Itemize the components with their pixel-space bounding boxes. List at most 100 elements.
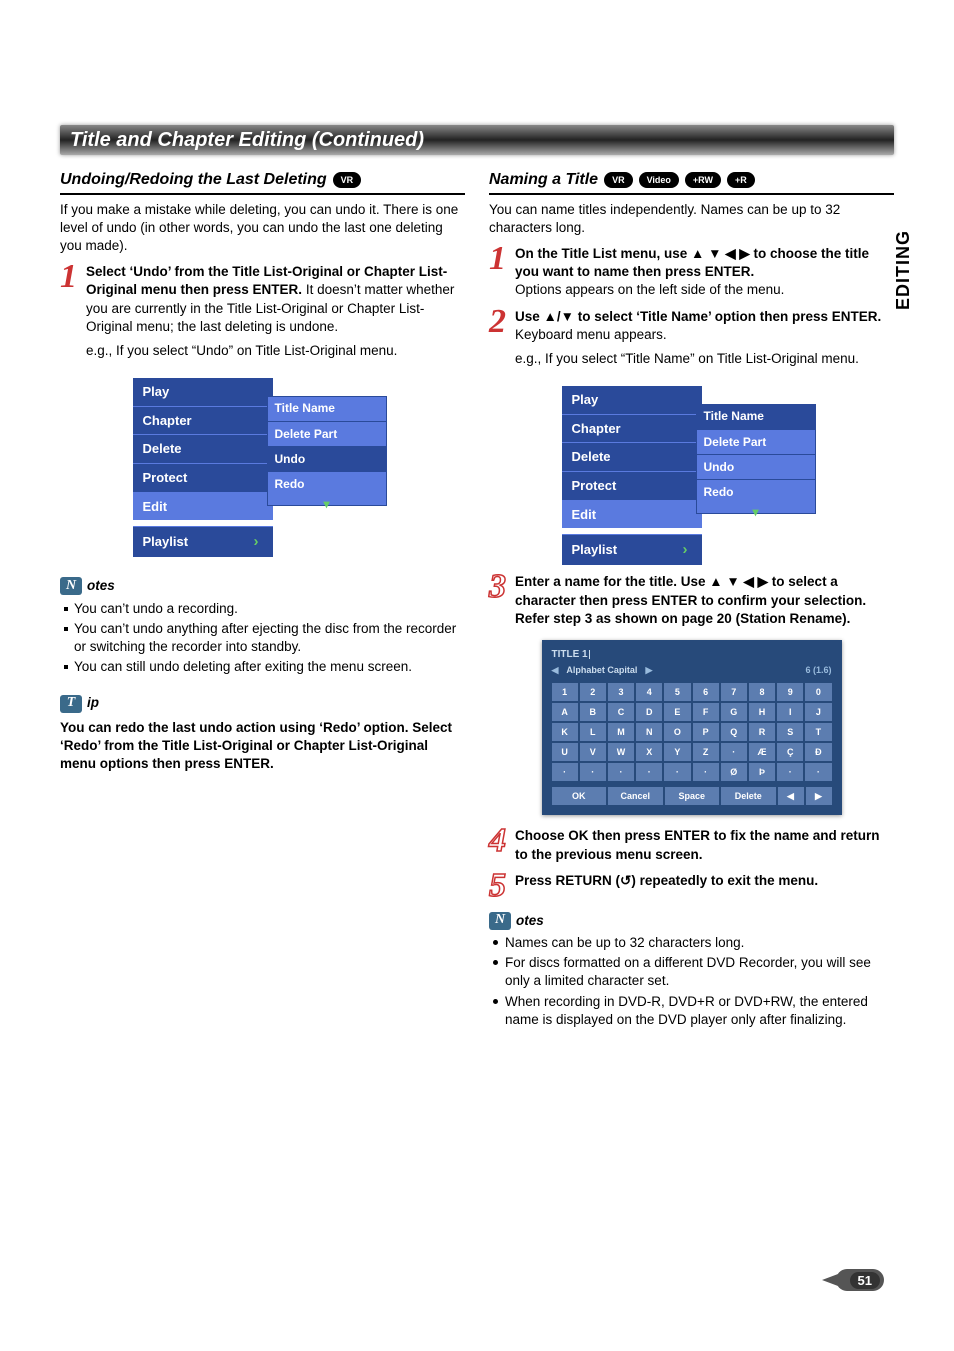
submenu-redo[interactable]: Redo <box>267 471 387 496</box>
menu-item-playlist[interactable]: Playlist › <box>133 526 273 557</box>
kbd-key[interactable]: Ø <box>721 763 747 781</box>
kbd-key[interactable]: A <box>552 703 578 721</box>
badge-vr: VR <box>604 172 633 188</box>
kbd-key[interactable]: V <box>580 743 606 761</box>
kbd-ok[interactable]: OK <box>552 787 607 805</box>
kbd-left[interactable]: ◀ <box>778 787 804 805</box>
kbd-key[interactable]: S <box>777 723 803 741</box>
kbd-right-icon[interactable]: ▶ <box>645 664 652 676</box>
kbd-key[interactable]: 2 <box>580 683 606 701</box>
kbd-key[interactable]: · <box>805 763 831 781</box>
submenu-undo[interactable]: Undo <box>267 446 387 471</box>
kbd-key[interactable]: X <box>636 743 662 761</box>
kbd-key[interactable]: T <box>805 723 831 741</box>
keyboard-panel: TITLE 1 ◀ Alphabet Capital ▶ 6 (1.6) 123… <box>542 640 842 815</box>
kbd-key[interactable]: 5 <box>664 683 690 701</box>
menu-item-edit[interactable]: Edit <box>133 492 273 521</box>
kbd-key[interactable]: · <box>721 743 747 761</box>
kbd-key[interactable]: 4 <box>636 683 662 701</box>
kbd-key[interactable]: Æ <box>749 743 775 761</box>
submenu-title-name[interactable]: Title Name <box>696 404 816 428</box>
kbd-key[interactable]: · <box>636 763 662 781</box>
menu-item-play[interactable]: Play <box>562 386 702 414</box>
kbd-key[interactable]: 7 <box>721 683 747 701</box>
menu-item-playlist[interactable]: Playlist › <box>562 534 702 565</box>
right-note-3: When recording in DVD-R, DVD+R or DVD+RW… <box>493 993 894 1029</box>
kbd-key[interactable]: Y <box>664 743 690 761</box>
kbd-key[interactable]: · <box>777 763 803 781</box>
menu-playlist-label: Playlist <box>572 541 618 559</box>
kbd-key[interactable]: Ç <box>777 743 803 761</box>
right-step-2: 2 Use ▲/▼ to select ‘Title Name’ option … <box>489 308 894 375</box>
kbd-key[interactable]: G <box>721 703 747 721</box>
kbd-right[interactable]: ▶ <box>806 787 832 805</box>
kbd-key[interactable]: 8 <box>749 683 775 701</box>
kbd-key[interactable]: L <box>580 723 606 741</box>
submenu-title-name[interactable]: Title Name <box>267 396 387 420</box>
kbd-key[interactable]: Ð <box>805 743 831 761</box>
kbd-key[interactable]: D <box>636 703 662 721</box>
kbd-key[interactable]: 3 <box>608 683 634 701</box>
keyboard-title-field[interactable]: TITLE 1 <box>552 648 832 662</box>
submenu-undo[interactable]: Undo <box>696 454 816 479</box>
kbd-left-icon[interactable]: ◀ <box>552 664 559 676</box>
chevron-right-icon: › <box>683 540 688 560</box>
kbd-key[interactable]: · <box>580 763 606 781</box>
right-step2-body: Keyboard menu appears. <box>515 327 667 342</box>
right-column: Naming a Title VR Video +RW +R You can n… <box>489 169 894 1033</box>
submenu-delete-part[interactable]: Delete Part <box>267 421 387 446</box>
kbd-key[interactable]: W <box>608 743 634 761</box>
right-step2-eg: e.g., If you select “Title Name” on Titl… <box>515 350 894 368</box>
kbd-key[interactable]: K <box>552 723 578 741</box>
kbd-key[interactable]: B <box>580 703 606 721</box>
menu-item-edit[interactable]: Edit <box>562 500 702 529</box>
kbd-key[interactable]: F <box>693 703 719 721</box>
kbd-cancel[interactable]: Cancel <box>608 787 663 805</box>
page-header-bar: Title and Chapter Editing (Continued) <box>60 125 894 155</box>
menu-item-delete[interactable]: Delete <box>562 442 702 471</box>
kbd-key[interactable]: Z <box>693 743 719 761</box>
left-column: Undoing/Redoing the Last Deleting VR If … <box>60 169 465 1033</box>
kbd-key[interactable]: · <box>693 763 719 781</box>
left-notes-label: otes <box>87 577 115 595</box>
kbd-key[interactable]: N <box>636 723 662 741</box>
kbd-key[interactable]: I <box>777 703 803 721</box>
kbd-key[interactable]: C <box>608 703 634 721</box>
submenu-redo[interactable]: Redo <box>696 479 816 504</box>
kbd-key[interactable]: E <box>664 703 690 721</box>
kbd-key[interactable]: U <box>552 743 578 761</box>
kbd-key[interactable]: Q <box>721 723 747 741</box>
kbd-key[interactable]: · <box>608 763 634 781</box>
kbd-key[interactable]: O <box>664 723 690 741</box>
kbd-key[interactable]: J <box>805 703 831 721</box>
kbd-space[interactable]: Space <box>665 787 720 805</box>
kbd-key[interactable]: Þ <box>749 763 775 781</box>
left-menu: Play Chapter Delete Protect Edit Playlis… <box>133 378 393 557</box>
menu-item-chapter[interactable]: Chapter <box>562 414 702 443</box>
kbd-key[interactable]: H <box>749 703 775 721</box>
kbd-key[interactable]: 0 <box>805 683 831 701</box>
menu-item-play[interactable]: Play <box>133 378 273 406</box>
right-notes-label: otes <box>516 912 544 930</box>
submenu-pointer-icon: ▾ <box>267 496 387 506</box>
kbd-key[interactable]: M <box>608 723 634 741</box>
badge-video: Video <box>639 172 679 188</box>
menu-item-delete[interactable]: Delete <box>133 434 273 463</box>
kbd-delete[interactable]: Delete <box>721 787 776 805</box>
submenu-delete-part[interactable]: Delete Part <box>696 429 816 454</box>
kbd-key[interactable]: 1 <box>552 683 578 701</box>
right-note-2: For discs formatted on a different DVD R… <box>493 954 894 990</box>
menu-item-chapter[interactable]: Chapter <box>133 406 273 435</box>
kbd-key[interactable]: · <box>552 763 578 781</box>
step-number-3: 3 <box>489 575 511 628</box>
menu-item-protect[interactable]: Protect <box>562 471 702 500</box>
right-step4-bold: Choose OK then press ENTER to fix the na… <box>515 828 880 861</box>
notes-icon: N <box>60 577 82 595</box>
kbd-key[interactable]: · <box>664 763 690 781</box>
kbd-key[interactable]: R <box>749 723 775 741</box>
kbd-key[interactable]: P <box>693 723 719 741</box>
kbd-key[interactable]: 9 <box>777 683 803 701</box>
menu-item-protect[interactable]: Protect <box>133 463 273 492</box>
kbd-key[interactable]: 6 <box>693 683 719 701</box>
right-step-5: 5 Press RETURN (↺) repeatedly to exit th… <box>489 872 894 898</box>
